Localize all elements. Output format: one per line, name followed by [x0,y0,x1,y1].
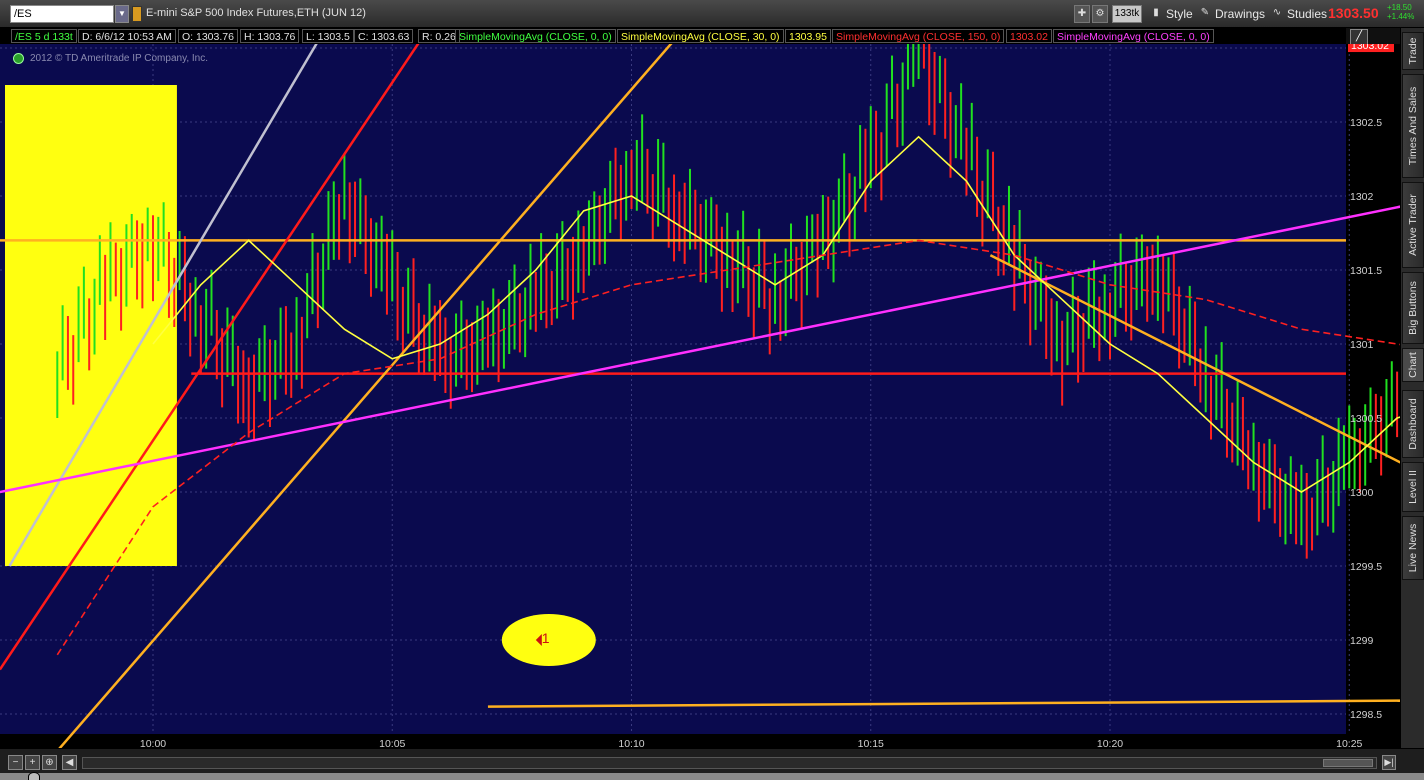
price-tag-label: 1303.02 [1351,44,1389,52]
last-price: 1303.50 [1328,5,1379,21]
study-legend-bar: /ES 5 d 133t D: 6/6/12 10:53 AM O: 1303.… [0,28,1346,44]
price-tick-label: 1298.5 [1350,709,1382,721]
speaker-icon[interactable] [28,772,40,780]
price-tick-label: 1299.5 [1350,561,1382,573]
side-tab-panel: Trade Times And Sales Active Trader Big … [1400,28,1424,748]
price-tick-label: 1299 [1350,635,1374,647]
bar-date: D: 6/6/12 10:53 AM [78,29,176,43]
tab-live-news[interactable]: Live News [1402,516,1424,580]
price-tick-label: 1301.5 [1350,265,1382,277]
study-sma-30[interactable]: SimpleMovingAvg (CLOSE, 30, 0) [617,29,784,43]
time-tick-label: 10:05 [379,738,405,748]
globe-icon [13,53,24,64]
thinkorswim-chart-window: /ES ▼ E-mini S&P 500 Index Futures,ETH (… [0,0,1424,780]
tab-times-and-sales-label: Times And Sales [1407,86,1419,166]
study-sma-1[interactable]: SimpleMovingAvg (CLOSE, 0, 0) [455,29,616,43]
time-tick-label: 10:20 [1097,738,1123,748]
tab-dashboard-label: Dashboard [1407,398,1419,450]
bar-low: L: 1303.5 [302,29,354,43]
wrench-icon[interactable]: ⚙ [1092,5,1108,23]
chart-bottom-bar: − + ⊕ ◀ ▶| [0,748,1424,780]
symbol-input[interactable]: /ES [10,5,114,23]
symbol-period-label[interactable]: /ES 5 d 133t [11,29,77,43]
net-change-percent: +1.44% [1387,12,1415,21]
net-change: +18.50 +1.44% [1387,3,1414,21]
tab-level-ii[interactable]: Level II [1402,462,1424,512]
zoom-fit-icon[interactable]: ⊕ [42,755,57,770]
time-tick-label: 10:15 [858,738,884,748]
price-tick-label: 1300 [1350,487,1374,499]
studies-menu[interactable]: Studies [1287,7,1327,21]
scroll-left-icon[interactable]: ◀ [62,755,77,770]
tab-times-and-sales[interactable]: Times And Sales [1402,74,1424,178]
symbol-link-icon[interactable] [132,6,142,22]
drawings-menu[interactable]: Drawings [1215,7,1265,21]
time-axis-panel [0,734,1346,748]
time-tick-label: 10:00 [140,738,166,748]
instrument-description: E-mini S&P 500 Index Futures,ETH (JUN 12… [146,7,366,19]
drawing-tool-icon[interactable]: ╱ [1350,29,1368,45]
plot-area[interactable] [0,44,1346,734]
tab-chart-label: Chart [1407,352,1419,378]
studies-icon[interactable]: ∿ [1270,5,1284,23]
tab-active-trader-label: Active Trader [1407,194,1419,256]
study-sma-150-value: 1303.02 [1006,29,1052,43]
status-strip [0,773,1424,780]
symbol-dropdown-button[interactable]: ▼ [115,5,129,23]
bar-high: H: 1303.76 [240,29,300,43]
aggregation-badge[interactable]: 133tk [1112,5,1142,23]
tab-live-news-label: Live News [1407,523,1419,573]
zoom-out-icon[interactable]: − [8,755,23,770]
scroll-to-end-icon[interactable]: ▶| [1382,755,1396,770]
chart-toolbar: /ES ▼ E-mini S&P 500 Index Futures,ETH (… [0,0,1424,28]
candlestick-style-icon[interactable]: ▮ [1148,5,1164,23]
tab-dashboard[interactable]: Dashboard [1402,390,1424,458]
pencil-icon[interactable]: ✎ [1198,5,1212,23]
bar-close: C: 1303.63 [354,29,414,43]
tab-level-ii-label: Level II [1407,470,1419,504]
price-tick-label: 1300.5 [1350,413,1382,425]
tab-trade[interactable]: Trade [1402,32,1424,70]
scrollbar-thumb[interactable] [1323,759,1373,767]
price-tick-label: 1302 [1350,191,1374,203]
net-change-value: +18.50 [1387,3,1412,12]
price-chart[interactable]: Hi: 1304.512 1298.512991299.513001300.51… [0,44,1400,748]
study-sma-150[interactable]: SimpleMovingAvg (CLOSE, 150, 0) [832,29,1005,43]
crosshair-icon[interactable]: ✚ [1074,5,1090,23]
ellipse-label-1: 1 [542,630,550,646]
price-tick-label: 1302.5 [1350,117,1382,129]
tab-trade-label: Trade [1407,37,1419,65]
time-scrollbar[interactable] [82,757,1377,769]
time-tick-label: 10:10 [618,738,644,748]
tab-big-buttons-label: Big Buttons [1407,281,1419,335]
bar-range: R: 0.26 [418,29,460,43]
tab-chart[interactable]: Chart [1402,348,1424,382]
study-sma-4[interactable]: SimpleMovingAvg (CLOSE, 0, 0) [1053,29,1214,43]
price-labels: 1303.951303.631303.02 [1348,44,1394,53]
bar-open: O: 1303.76 [178,29,238,43]
price-tick-label: 1301 [1350,339,1374,351]
study-sma-30-value: 1303.95 [785,29,831,43]
price-tag: 1303.02 [1348,44,1394,53]
copyright-text: 2012 © TD Ameritrade IP Company, Inc. [30,53,209,64]
time-tick-label: 10:25 [1336,738,1362,748]
style-menu[interactable]: Style [1166,7,1193,21]
tab-active-trader[interactable]: Active Trader [1402,182,1424,268]
zoom-in-icon[interactable]: + [25,755,40,770]
tab-big-buttons[interactable]: Big Buttons [1402,272,1424,344]
